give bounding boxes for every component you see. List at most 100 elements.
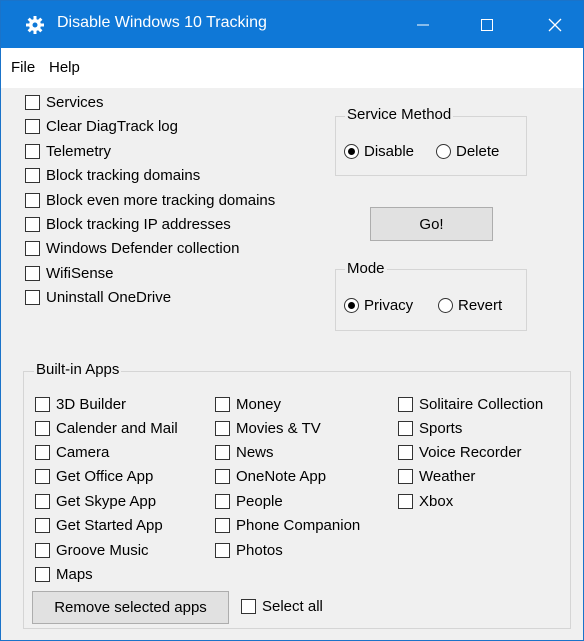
- option-label: Clear DiagTrack log: [46, 117, 178, 135]
- app-get-started[interactable]: Get Started App: [35, 515, 163, 535]
- radio-button[interactable]: [436, 143, 451, 159]
- app-get-skype[interactable]: Get Skype App: [35, 491, 156, 511]
- radio-button[interactable]: [344, 143, 359, 159]
- checkbox[interactable]: [25, 289, 40, 305]
- app-label: Calender and Mail: [56, 419, 178, 437]
- option-label: Telemetry: [46, 142, 112, 160]
- app-groove-music[interactable]: Groove Music: [35, 540, 149, 560]
- minimize-icon: [417, 24, 429, 25]
- app-people[interactable]: People: [215, 491, 283, 511]
- checkbox[interactable]: [35, 420, 50, 436]
- checkbox[interactable]: [215, 517, 230, 533]
- app-label: Phone Companion: [236, 516, 361, 534]
- app-label: Movies & TV: [236, 419, 321, 437]
- remove-selected-apps-button[interactable]: Remove selected apps: [32, 591, 229, 624]
- app-label: Photos: [236, 541, 283, 559]
- app-news[interactable]: News: [215, 442, 274, 462]
- app-money[interactable]: Money: [215, 394, 281, 414]
- title-bar[interactable]: Disable Windows 10 Tracking: [1, 1, 583, 48]
- radio-disable[interactable]: Disable: [344, 141, 414, 161]
- option-block-tracking-ip[interactable]: Block tracking IP addresses: [25, 214, 231, 234]
- app-camera[interactable]: Camera: [35, 442, 109, 462]
- menu-help[interactable]: Help: [49, 59, 80, 76]
- checkbox[interactable]: [398, 493, 413, 509]
- checkbox[interactable]: [25, 240, 40, 256]
- option-telemetry[interactable]: Telemetry: [25, 141, 111, 161]
- radio-privacy[interactable]: Privacy: [344, 295, 413, 315]
- radio-label: Revert: [458, 296, 503, 314]
- checkbox[interactable]: [35, 493, 50, 509]
- checkbox[interactable]: [25, 167, 40, 183]
- app-label: News: [236, 443, 274, 461]
- app-label: Groove Music: [56, 541, 149, 559]
- app-label: Camera: [56, 443, 110, 461]
- mode-label: Mode: [345, 260, 387, 277]
- checkbox[interactable]: [25, 94, 40, 110]
- checkbox[interactable]: [35, 566, 50, 582]
- app-voice-recorder[interactable]: Voice Recorder: [398, 442, 522, 462]
- select-all-label: Select all: [262, 597, 323, 615]
- checkbox[interactable]: [398, 420, 413, 436]
- checkbox[interactable]: [35, 517, 50, 533]
- option-windows-defender-collection[interactable]: Windows Defender collection: [25, 238, 239, 258]
- checkbox[interactable]: [35, 542, 50, 558]
- app-label: Money: [236, 395, 282, 413]
- checkbox[interactable]: [398, 468, 413, 484]
- checkbox[interactable]: [215, 396, 230, 412]
- app-xbox[interactable]: Xbox: [398, 491, 453, 511]
- app-onenote[interactable]: OneNote App: [215, 466, 326, 486]
- app-label: Solitaire Collection: [419, 395, 544, 413]
- go-button[interactable]: Go!: [370, 207, 493, 241]
- option-services[interactable]: Services: [25, 92, 104, 112]
- checkbox[interactable]: [25, 192, 40, 208]
- app-label: Voice Recorder: [419, 443, 522, 461]
- app-label: Weather: [419, 467, 476, 485]
- app-calender-and-mail[interactable]: Calender and Mail: [35, 418, 178, 438]
- app-label: Sports: [419, 419, 463, 437]
- app-maps[interactable]: Maps: [35, 564, 93, 584]
- app-solitaire-collection[interactable]: Solitaire Collection: [398, 394, 543, 414]
- checkbox[interactable]: [215, 420, 230, 436]
- option-clear-diagtrack-log[interactable]: Clear DiagTrack log: [25, 116, 178, 136]
- checkbox[interactable]: [35, 396, 50, 412]
- radio-button[interactable]: [438, 297, 453, 313]
- checkbox[interactable]: [398, 444, 413, 460]
- option-block-tracking-domains[interactable]: Block tracking domains: [25, 165, 200, 185]
- maximize-icon: [481, 18, 493, 31]
- checkbox[interactable]: [215, 493, 230, 509]
- checkbox[interactable]: [25, 265, 40, 281]
- radio-button[interactable]: [344, 297, 359, 313]
- select-all-checkbox[interactable]: Select all: [241, 596, 323, 616]
- app-photos[interactable]: Photos: [215, 540, 283, 560]
- app-label: Xbox: [419, 492, 454, 510]
- app-phone-companion[interactable]: Phone Companion: [215, 515, 360, 535]
- minimize-button[interactable]: [395, 1, 451, 48]
- checkbox[interactable]: [398, 396, 413, 412]
- app-sports[interactable]: Sports: [398, 418, 462, 438]
- checkbox[interactable]: [25, 143, 40, 159]
- radio-revert[interactable]: Revert: [438, 295, 502, 315]
- option-label: Windows Defender collection: [46, 239, 240, 257]
- radio-delete[interactable]: Delete: [436, 141, 499, 161]
- close-button[interactable]: [527, 1, 583, 48]
- checkbox[interactable]: [215, 542, 230, 558]
- option-label: WifiSense: [46, 264, 114, 282]
- option-uninstall-onedrive[interactable]: Uninstall OneDrive: [25, 287, 171, 307]
- app-get-office[interactable]: Get Office App: [35, 466, 153, 486]
- app-3d-builder[interactable]: 3D Builder: [35, 394, 126, 414]
- checkbox[interactable]: [215, 444, 230, 460]
- checkbox[interactable]: [35, 444, 50, 460]
- option-label: Block tracking IP addresses: [46, 215, 231, 233]
- checkbox[interactable]: [215, 468, 230, 484]
- option-wifisense[interactable]: WifiSense: [25, 263, 114, 283]
- checkbox[interactable]: [241, 598, 256, 614]
- checkbox[interactable]: [35, 468, 50, 484]
- maximize-button[interactable]: [459, 1, 515, 48]
- checkbox[interactable]: [25, 216, 40, 232]
- app-weather[interactable]: Weather: [398, 466, 475, 486]
- option-block-more-tracking-domains[interactable]: Block even more tracking domains: [25, 190, 275, 210]
- app-label: Get Started App: [56, 516, 163, 534]
- menu-file[interactable]: File: [11, 59, 35, 76]
- app-movies-tv[interactable]: Movies & TV: [215, 418, 321, 438]
- checkbox[interactable]: [25, 118, 40, 134]
